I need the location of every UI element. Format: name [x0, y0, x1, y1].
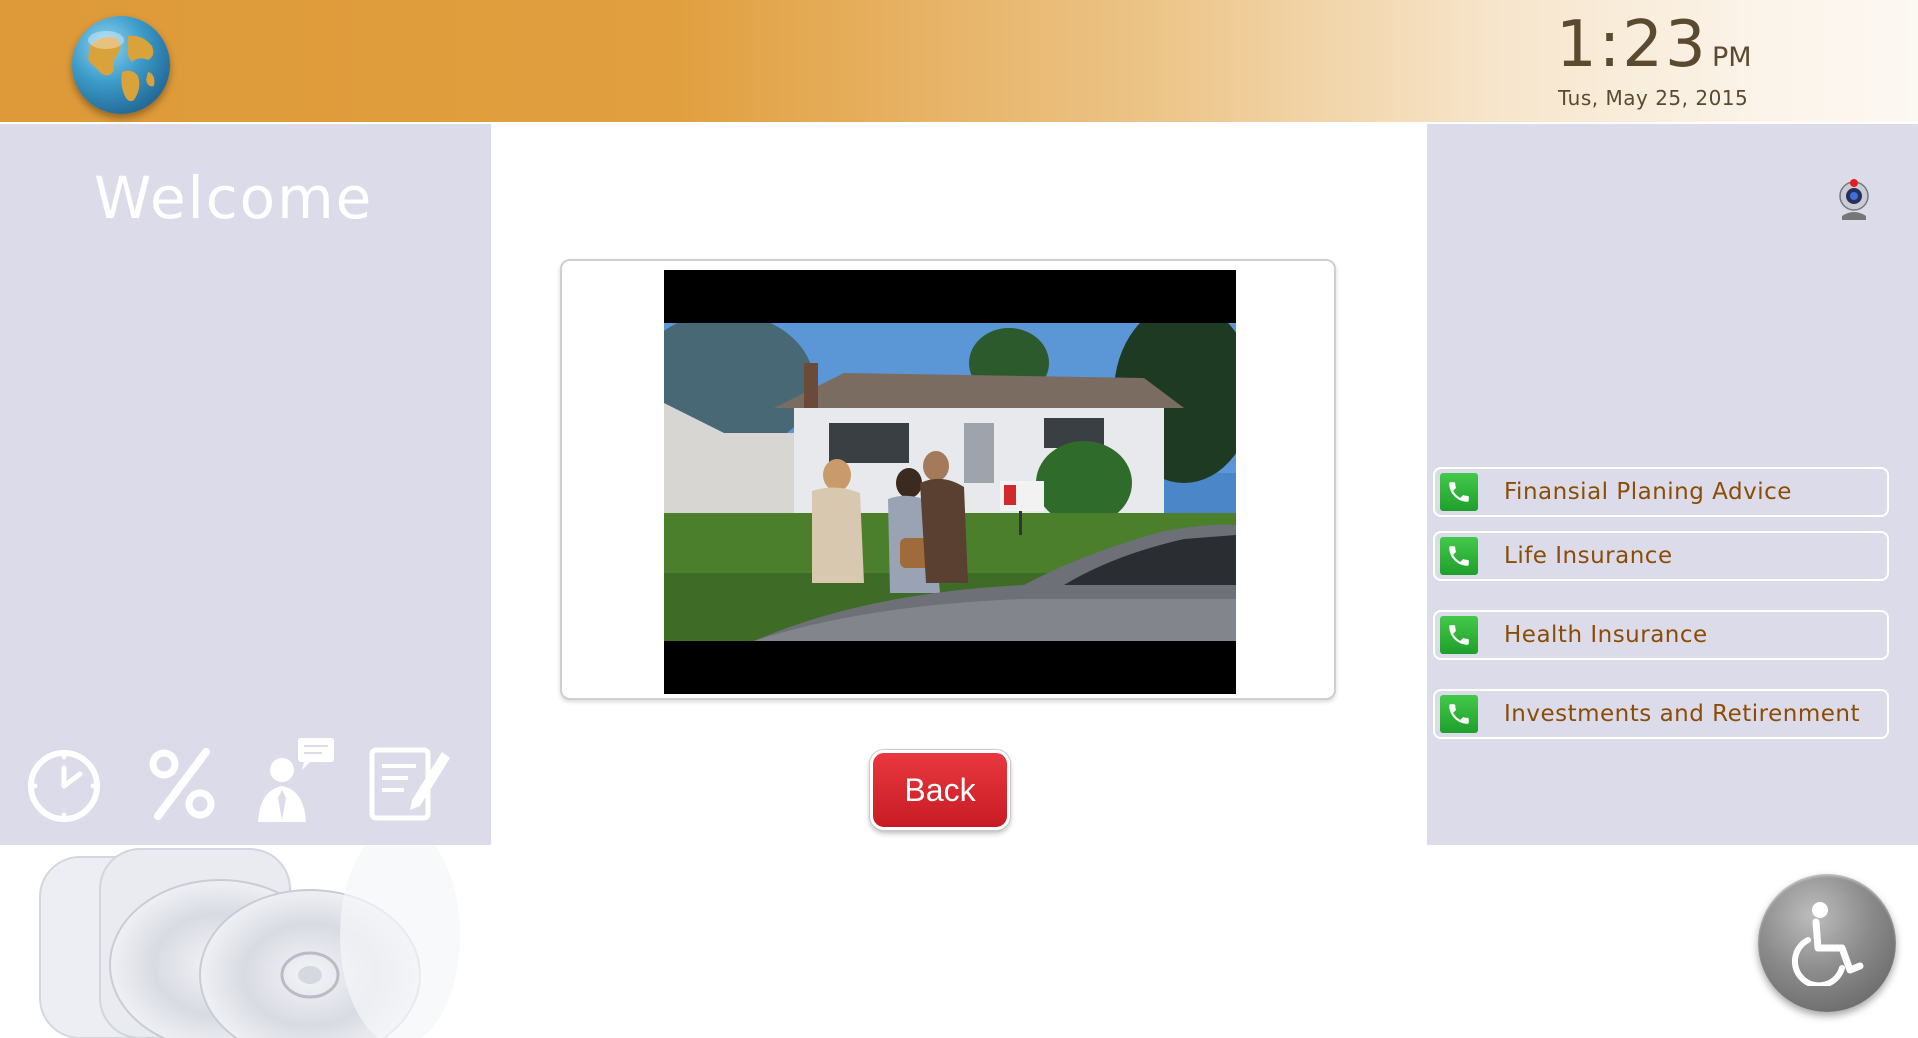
video-frame — [560, 259, 1336, 700]
service-label: Life Insurance — [1504, 543, 1673, 569]
back-button[interactable]: Back — [870, 750, 1010, 830]
service-label: Finansial Planing Advice — [1504, 479, 1792, 505]
phone-icon — [1440, 616, 1478, 654]
service-investments-button[interactable]: Investments and Retirenment — [1433, 689, 1889, 739]
globe-icon — [72, 16, 170, 114]
service-label: Health Insurance — [1504, 622, 1708, 648]
webcam-icon[interactable] — [1832, 178, 1876, 222]
clock-date: Tus, May 25, 2015 — [1558, 86, 1749, 110]
video-player[interactable] — [664, 270, 1236, 694]
video-still-image — [664, 323, 1236, 641]
phone-icon — [1440, 537, 1478, 575]
advisor-chat-icon[interactable] — [252, 736, 338, 824]
accessibility-button[interactable] — [1758, 874, 1896, 1012]
service-health-insurance-button[interactable]: Health Insurance — [1433, 610, 1889, 660]
header-bar: 1:23 PM Tus, May 25, 2015 — [0, 0, 1918, 122]
clock-ampm: PM — [1712, 42, 1752, 73]
left-panel: Welcome — [0, 124, 491, 845]
wheelchair-icon — [1791, 902, 1864, 986]
phone-icon — [1440, 473, 1478, 511]
phone-icon — [1440, 695, 1478, 733]
clock-time: 1:23 — [1556, 8, 1708, 82]
disc-decoration-image — [0, 845, 520, 1038]
service-label: Investments and Retirenment — [1504, 701, 1860, 727]
right-panel: Finansial Planing Advice Life Insurance … — [1427, 124, 1918, 845]
service-life-insurance-button[interactable]: Life Insurance — [1433, 531, 1889, 581]
service-financial-planning-button[interactable]: Finansial Planing Advice — [1433, 467, 1889, 517]
welcome-heading: Welcome — [94, 164, 374, 232]
percent-icon[interactable] — [142, 744, 222, 824]
clock-icon[interactable] — [24, 744, 104, 824]
notepad-edit-icon[interactable] — [368, 738, 452, 824]
